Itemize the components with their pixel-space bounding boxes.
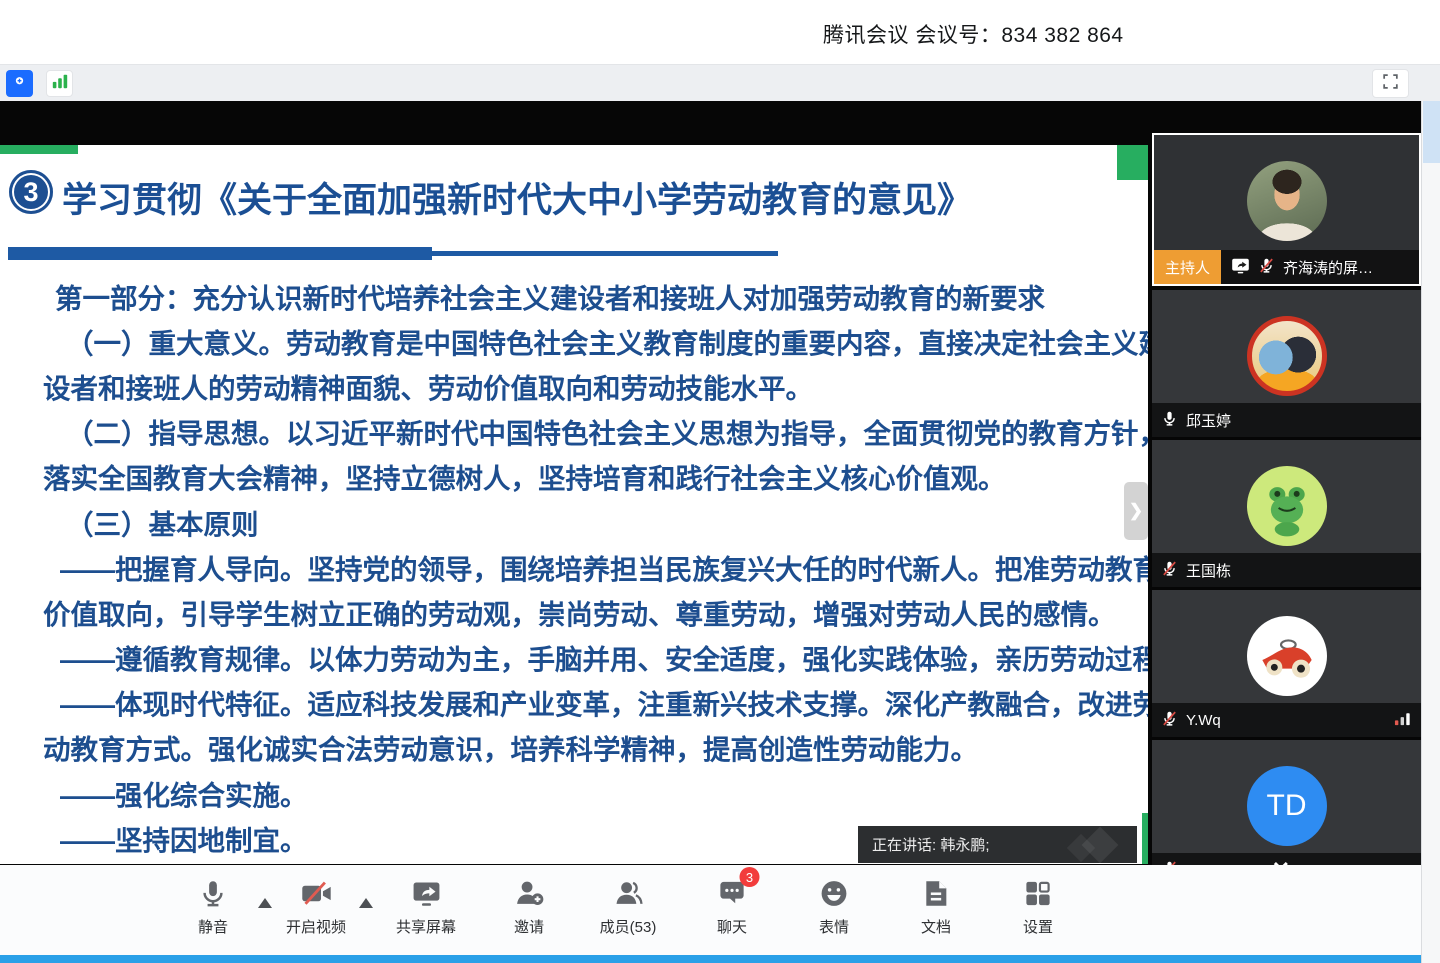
meeting-title: 腾讯会议 会议号：834 382 864: [823, 19, 1124, 49]
invite-person-icon: [514, 875, 545, 911]
participant-namebar: 主持人 齐海涛的屏…: [1154, 250, 1419, 284]
apps-grid-icon: [1023, 875, 1054, 911]
participant-namebar: QCOM-RTI ✕: [1152, 853, 1421, 865]
slide-title-underline: [8, 247, 778, 260]
avatar: [1247, 316, 1327, 396]
members-button[interactable]: 成员(53): [600, 875, 657, 937]
participant-tile[interactable]: Y.Wq: [1152, 590, 1421, 737]
shield-plus-icon: [10, 72, 29, 96]
smiley-icon: [819, 875, 850, 911]
desktop-window-fragment: [1423, 101, 1440, 163]
slide-line: 设者和接班人的劳动精神面貌、劳动价值取向和劳动技能水平。: [0, 363, 1148, 408]
host-badge: 主持人: [1154, 250, 1221, 284]
participant-namebar: Y.Wq: [1152, 703, 1421, 737]
avatar-initials: TD: [1247, 766, 1327, 846]
slide-body-text: 第一部分：充分认识新时代培养社会主义建设者和接班人对加强劳动教育的新要求 （一）…: [0, 273, 1148, 860]
screen-share-icon: [1231, 256, 1250, 279]
video-options-arrow[interactable]: [359, 898, 373, 908]
fullscreen-icon: [1381, 72, 1400, 96]
invite-button[interactable]: 邀请: [514, 875, 545, 937]
shared-screen-slide: 3 学习贯彻《关于全面加强新时代大中小学劳动教育的意见》 第一部分：充分认识新时…: [0, 145, 1148, 864]
mic-muted-icon: [1161, 560, 1178, 581]
document-icon: [921, 875, 952, 911]
emoji-button[interactable]: 表情: [819, 875, 850, 937]
mic-muted-icon: [1258, 257, 1275, 278]
frog-avatar-icon: [1256, 475, 1318, 537]
desktop-background-strip: [1421, 101, 1440, 963]
start-video-button[interactable]: 开启视频: [286, 875, 346, 937]
slide-line: ——遵循教育规律。以体力劳动为主，手脑并用、安全适度，强化实践体验，亲历劳动过程…: [0, 635, 1148, 680]
slide-line: （三）基本原则: [0, 499, 1148, 544]
slide-line: ——强化综合实施。: [0, 770, 1148, 815]
participant-name: 王国栋: [1186, 560, 1231, 581]
slide-line: 第一部分：充分认识新时代培养社会主义建设者和接班人对加强劳动教育的新要求: [0, 273, 1148, 318]
participant-tile[interactable]: 邱玉婷: [1152, 290, 1421, 437]
members-icon: [613, 875, 644, 911]
meeting-security-button[interactable]: [6, 70, 33, 97]
slide-line: 落实全国教育大会精神，坚持立德树人，坚持培育和践行社会主义核心价值观。: [0, 454, 1148, 499]
network-quality-button[interactable]: [46, 70, 73, 97]
x-overlay-glyph: ✕: [1272, 857, 1290, 865]
fullscreen-button[interactable]: [1372, 69, 1409, 98]
share-screen-button[interactable]: 共享屏幕: [396, 875, 456, 937]
network-poor-icon: [1393, 710, 1412, 731]
window-title-bar: 腾讯会议 会议号：834 382 864: [0, 0, 1440, 64]
slide-line: （二）指导思想。以习近平新时代中国特色社会主义思想为指导，全面贯彻党的教育方针，: [0, 409, 1148, 454]
meeting-main-area: 3 学习贯彻《关于全面加强新时代大中小学劳动教育的意见》 第一部分：充分认识新时…: [0, 101, 1440, 865]
slide-green-accent-topright: [1117, 145, 1148, 180]
slide-line: （一）重大意义。劳动教育是中国特色社会主义教育制度的重要内容，直接决定社会主义建: [0, 318, 1148, 363]
tencent-meeting-window: 腾讯会议 会议号：834 382 864 24:41 3 学习贯彻: [0, 0, 1440, 963]
chat-unread-badge: 3: [740, 867, 760, 887]
signal-bars-icon: [51, 72, 69, 95]
slide-line: ——把握育人导向。坚持党的领导，围绕培养担当民族复兴大任的时代新人。把准劳动教育: [0, 544, 1148, 589]
slide-section-number: 3: [9, 170, 53, 214]
mute-button[interactable]: 静音: [198, 875, 229, 937]
bottom-toolbar: 静音 开启视频 共享屏幕 邀请 成员(53): [0, 865, 1421, 955]
participant-tile[interactable]: TD QCOM-RTI ✕: [1152, 740, 1421, 865]
slide-line: 动教育方式。强化诚实合法劳动意识，培养科学精神，提高创造性劳动能力。: [0, 725, 1148, 770]
settings-button[interactable]: 设置: [1023, 875, 1054, 937]
participant-name: 齐海涛的屏…: [1283, 257, 1373, 278]
control-strip: 24:41: [0, 64, 1440, 101]
mic-options-arrow[interactable]: [258, 898, 272, 908]
chevron-right-icon: ❯: [1129, 501, 1143, 521]
slide-green-accent-topleft: [0, 145, 78, 154]
active-speaker-text: 正在讲话: 韩永鹏;: [872, 834, 990, 855]
mic-on-icon: [1161, 410, 1178, 431]
slide-title: 学习贯彻《关于全面加强新时代大中小学劳动教育的意见》: [62, 172, 972, 223]
microphone-icon: [198, 875, 229, 911]
toy-car-avatar-icon: [1255, 624, 1319, 688]
participant-name: Y.Wq: [1186, 712, 1221, 729]
sidebar-collapse-handle[interactable]: ❯: [1124, 482, 1148, 540]
active-speaker-toast: 正在讲话: 韩永鹏;: [858, 826, 1137, 863]
docs-button[interactable]: 文档: [921, 875, 952, 937]
participant-tile-host[interactable]: 主持人 齐海涛的屏…: [1152, 133, 1421, 286]
slide-line: ——体现时代特征。适应科技发展和产业变革，注重新兴技术支撑。深化产教融合，改进劳: [0, 680, 1148, 725]
participant-name: 邱玉婷: [1186, 410, 1231, 431]
mic-muted-icon: [1161, 710, 1178, 731]
avatar: [1247, 161, 1327, 241]
avatar: [1247, 616, 1327, 696]
screenshare-border-strip: [0, 955, 1421, 963]
chat-button[interactable]: 3 聊天: [717, 875, 748, 937]
slide-line: 价值取向，引导学生树立正确的劳动观，崇尚劳动、尊重劳动，增强对劳动人民的感情。: [0, 589, 1148, 634]
participants-sidebar: 主持人 齐海涛的屏… 邱玉婷: [1152, 101, 1421, 865]
avatar: [1247, 466, 1327, 546]
participant-tile[interactable]: 王国栋: [1152, 440, 1421, 587]
camera-off-icon: [299, 875, 332, 911]
participant-namebar: 王国栋: [1152, 553, 1421, 587]
chat-bubble-icon: 3: [717, 875, 748, 911]
share-screen-icon: [410, 875, 441, 911]
participant-namebar: 邱玉婷: [1152, 403, 1421, 437]
